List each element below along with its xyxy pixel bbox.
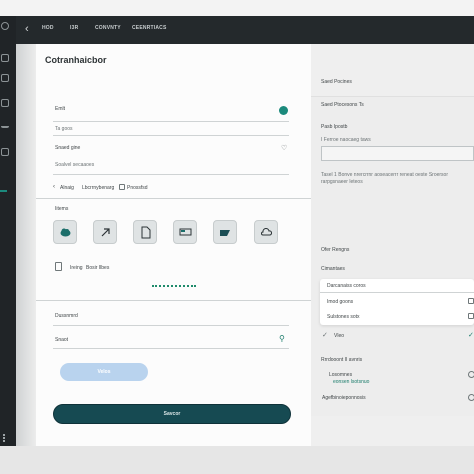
option1-label[interactable]: Alnaig — [60, 185, 74, 191]
list-item-2[interactable]: Agefbinoieponnosis — [322, 395, 366, 401]
file-icon — [55, 262, 62, 271]
field2-label: Snaed gine — [55, 145, 81, 151]
card-row-2: Imod goons — [327, 299, 354, 305]
right-panel-header: Saed Pocines — [321, 79, 352, 85]
check-label[interactable]: Vleo — [334, 333, 344, 339]
third-section-label: Rrrdooont II avnris — [321, 357, 363, 363]
document-icon[interactable] — [1, 74, 9, 82]
sidebar — [0, 16, 16, 446]
divider — [36, 198, 311, 199]
right-field-label: Pasb Ipostb — [321, 124, 348, 130]
divider — [53, 121, 289, 122]
cloud-outline-icon — [261, 227, 272, 236]
page-title: Cotranhaicbor — [45, 55, 107, 65]
other-section-label: Ofer Rengns — [321, 247, 350, 253]
field1-input[interactable]: Ta goos — [55, 126, 73, 132]
file-name[interactable]: Bosir Ilbes — [86, 265, 109, 271]
section2-label: Dussnmrd — [55, 313, 78, 319]
more-icon[interactable] — [3, 434, 5, 442]
main-form-card — [36, 44, 311, 446]
card-row-1: Darcanaiss coros — [327, 283, 366, 289]
toggle-icon[interactable]: ✓ — [468, 331, 474, 339]
folder-icon[interactable] — [1, 148, 9, 156]
tag-icon — [220, 230, 230, 236]
items-section-label: Iitems — [55, 206, 69, 212]
divider — [53, 135, 289, 136]
right-help-text: Tasel 1 Bonve nrercrrnr aoseacerrr renea… — [321, 172, 449, 185]
nav-crumb-4[interactable]: CEENRTIACS — [132, 25, 167, 31]
tag-tile[interactable] — [213, 220, 237, 244]
divider — [36, 300, 311, 301]
primary-button[interactable]: Savcor — [53, 404, 291, 424]
list-item-1[interactable]: Losomnes — [329, 372, 352, 378]
active-indicator — [0, 190, 7, 192]
document-icon — [141, 226, 151, 239]
cloud-tile[interactable] — [53, 220, 77, 244]
card-row-3-checkbox[interactable] — [468, 313, 474, 319]
right-text-input[interactable] — [321, 146, 474, 161]
right-panel-subtitle: Saed Ptocesons Ts — [321, 102, 364, 108]
cloud-icon — [60, 228, 71, 237]
right-panel-body — [311, 96, 474, 416]
option2-label[interactable]: Lbcrrnybenarg — [82, 185, 114, 191]
document-tile[interactable] — [133, 220, 157, 244]
back-arrow-icon[interactable]: ‹ — [25, 22, 29, 36]
list-item-2-radio[interactable] — [468, 394, 474, 401]
arrow-up-right-icon — [101, 228, 110, 237]
image-icon[interactable] — [1, 99, 9, 107]
arrow-tile[interactable] — [93, 220, 117, 244]
chevron-left-icon: ‹ — [53, 184, 55, 190]
status-dot-icon[interactable] — [279, 106, 288, 115]
other-section-subtitle: Cimantaes — [321, 266, 345, 272]
card-icon — [179, 228, 192, 236]
cloud-outline-tile[interactable] — [254, 220, 278, 244]
nav-crumb-1[interactable]: HOD — [42, 25, 54, 31]
field1-label: Emlt — [55, 106, 65, 112]
card-row-3: Sulstones sotx — [327, 314, 360, 320]
divider — [53, 325, 289, 326]
search-icon[interactable]: ⚲ — [279, 334, 285, 343]
field2-input[interactable]: Soalvel secaaoes — [55, 162, 94, 168]
card-tile[interactable] — [173, 220, 197, 244]
nav-crumb-3[interactable]: CONVNTY — [95, 25, 121, 31]
checkmark-icon: ✓ — [322, 332, 328, 339]
secondary-button[interactable]: Velos — [60, 363, 148, 381]
right-field-hint: I Ferroe naocaeg taws — [321, 137, 371, 143]
nav-crumb-2[interactable]: I3R — [70, 25, 78, 31]
top-navigation-bar: ‹ HOD I3R CONVNTY CEENRTIACS — [0, 16, 474, 44]
divider — [53, 174, 289, 175]
panel-shadow — [16, 44, 36, 446]
heart-icon[interactable]: ♡ — [281, 144, 287, 152]
file-label: Ireing — [70, 265, 83, 271]
chart-icon[interactable] — [1, 124, 9, 128]
divider — [320, 292, 474, 293]
search-icon[interactable] — [1, 22, 9, 30]
option3-label[interactable]: Pnossfsd — [127, 185, 148, 191]
list-item-1-radio[interactable] — [468, 371, 474, 378]
list-item-1-sub[interactable]: eonsen lsotsnuo — [333, 379, 369, 385]
upload-progress-bar — [152, 285, 196, 287]
option3-checkbox[interactable] — [119, 184, 125, 190]
layers-icon[interactable] — [1, 54, 9, 62]
card-row-2-checkbox[interactable] — [468, 298, 474, 304]
divider — [53, 348, 289, 349]
search-input[interactable]: Snaot — [55, 337, 68, 343]
